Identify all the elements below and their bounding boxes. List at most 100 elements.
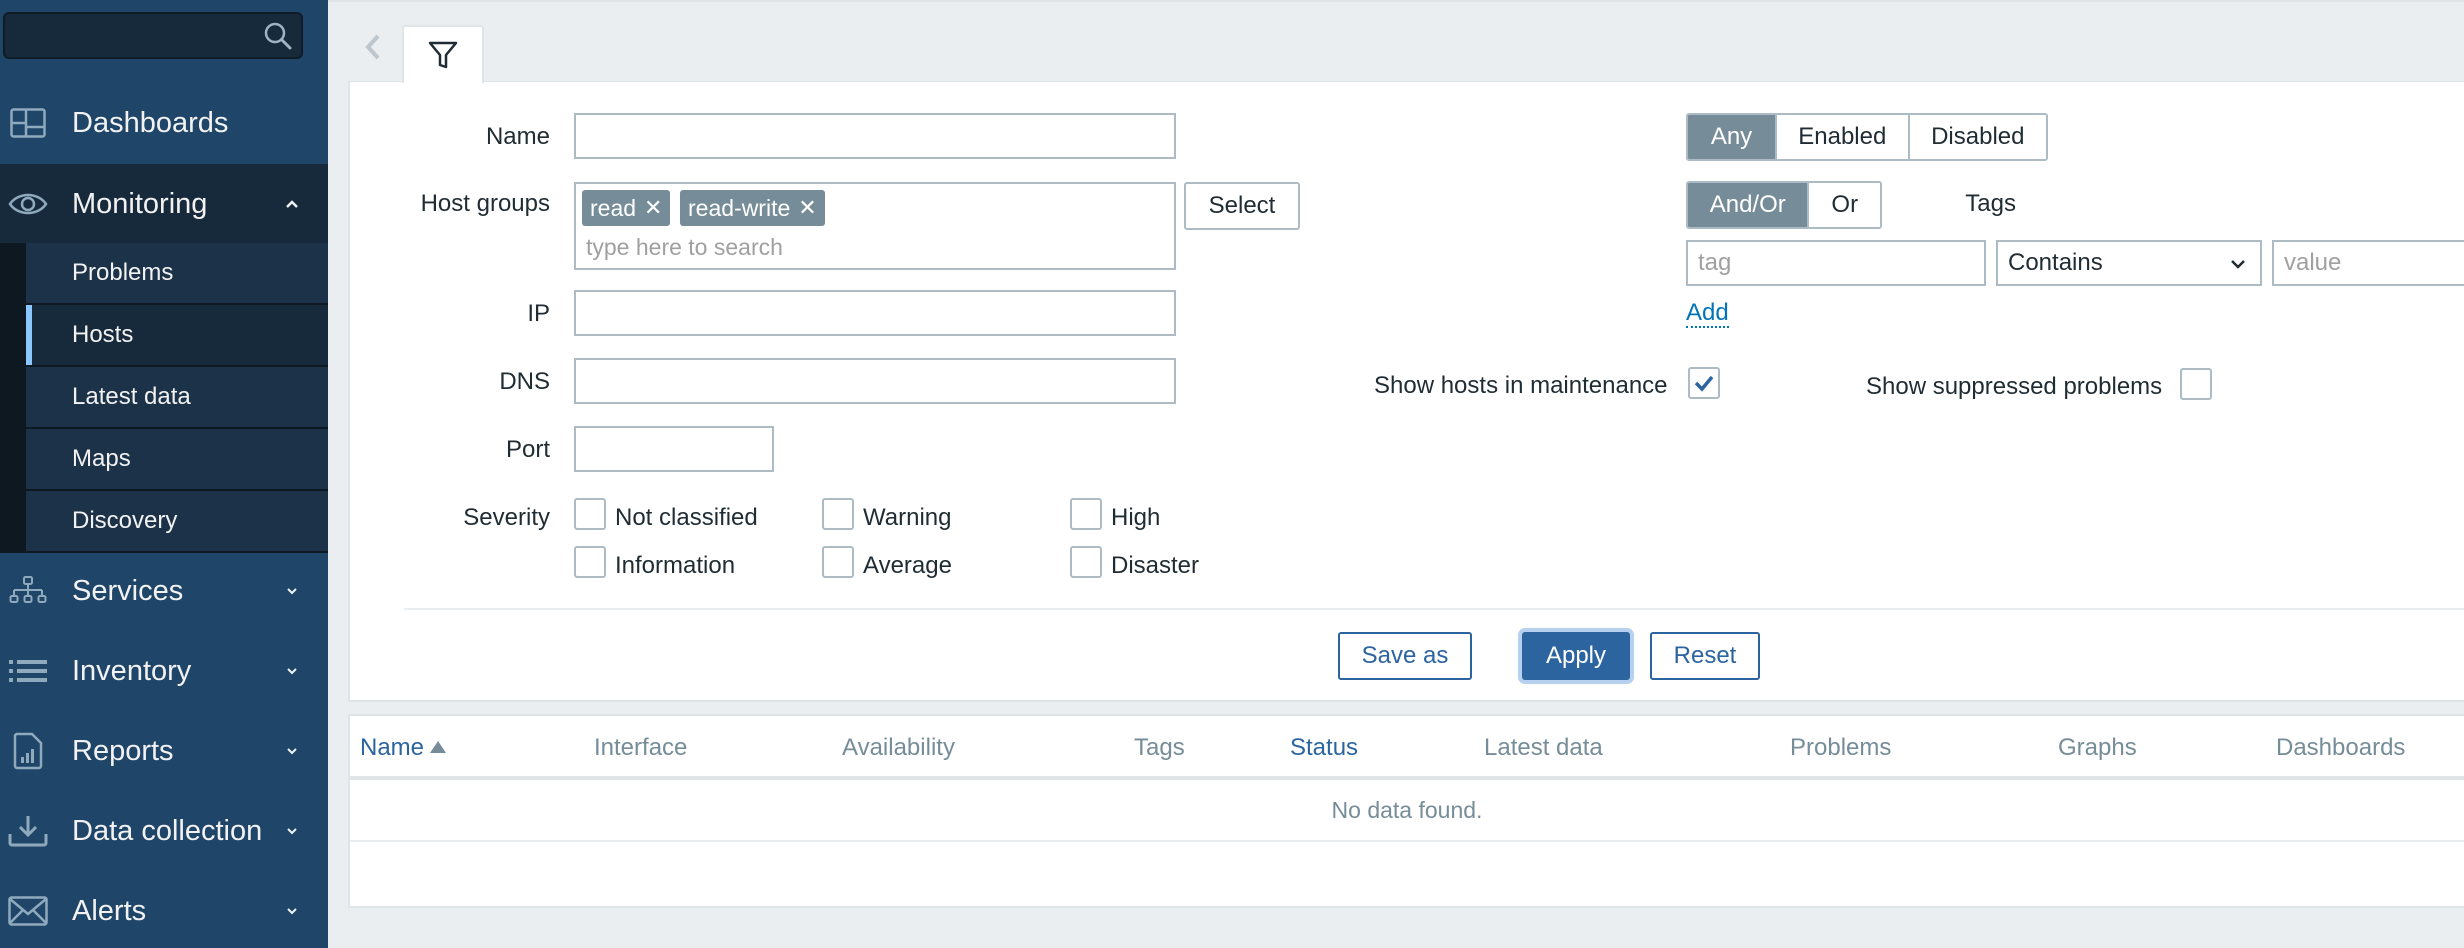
filter-panel: Name Host groups read ✕ read-write ✕ type … — [348, 82, 2464, 702]
sidebar-item-dashboards[interactable]: Dashboards — [0, 83, 328, 163]
severity-option-label: Disaster — [1111, 552, 1200, 579]
host-groups-multiselect[interactable]: read ✕ read-write ✕ type here to search — [574, 182, 1176, 270]
download-icon — [8, 811, 48, 851]
sidebar-subitem-problems[interactable]: Problems — [26, 243, 328, 303]
column-header-problems: Problems — [1790, 734, 1892, 761]
apply-button[interactable]: Apply — [1522, 632, 1630, 680]
sidebar-subitem-label: Hosts — [72, 321, 134, 348]
column-header-dashboards: Dashboards — [2276, 734, 2406, 761]
port-input[interactable] — [574, 426, 774, 472]
show-suppressed-label: Show suppressed problems — [1866, 373, 2163, 400]
show-maintenance-checkbox[interactable] — [1688, 367, 1720, 399]
services-icon — [8, 571, 48, 611]
name-label: Name — [485, 123, 550, 150]
dns-input[interactable] — [574, 358, 1176, 404]
monitoring-submenu: Problems Hosts Latest data Maps Discover… — [0, 243, 328, 553]
tag-value-input[interactable] — [2272, 240, 2464, 286]
sidebar-item-monitoring[interactable]: Monitoring — [0, 164, 328, 244]
chevron-down-icon — [287, 828, 297, 835]
host-groups-label: Host groups — [420, 190, 550, 217]
column-label: Name — [360, 734, 425, 761]
tag-operator-value: Contains — [2008, 249, 2103, 276]
report-icon — [8, 731, 48, 771]
tags-and-or-button[interactable]: And/Or — [1688, 183, 1808, 227]
severity-disaster-checkbox[interactable] — [1070, 546, 1102, 578]
table-row: No data found. — [350, 780, 2464, 842]
severity-option-label: High — [1111, 504, 1161, 531]
eye-icon — [8, 184, 48, 224]
ip-input[interactable] — [574, 290, 1176, 336]
add-tag-link[interactable]: Add — [1686, 300, 1729, 328]
sidebar-item-inventory[interactable]: Inventory — [0, 631, 328, 711]
column-header-status[interactable]: Status — [1290, 734, 1358, 762]
status-enabled-button[interactable]: Enabled — [1775, 115, 1908, 159]
show-suppressed-checkbox[interactable] — [2180, 368, 2212, 400]
sidebar-subitem-label: Latest data — [72, 383, 191, 410]
column-header-interface: Interface — [594, 734, 688, 761]
sidebar-search-input[interactable] — [3, 12, 303, 59]
name-input[interactable] — [574, 113, 1176, 159]
sidebar-item-data-collection[interactable]: Data collection — [0, 791, 328, 871]
sidebar-item-label: Dashboards — [72, 106, 229, 139]
host-group-chip: read-write ✕ — [680, 190, 825, 226]
severity-high-checkbox[interactable] — [1070, 498, 1102, 530]
dashboards-icon — [8, 103, 48, 143]
chevron-left-icon[interactable] — [362, 32, 384, 62]
search-icon[interactable] — [263, 21, 293, 51]
no-data-message: No data found. — [1331, 797, 1483, 823]
chevron-down-icon — [287, 668, 297, 675]
sidebar-subitem-latest-data[interactable]: Latest data — [26, 367, 328, 427]
column-header-tags: Tags — [1134, 734, 1185, 761]
ip-label: IP — [527, 300, 550, 327]
chevron-down-icon — [287, 588, 297, 595]
column-header-availability: Availability — [842, 734, 955, 761]
chip-label: read — [590, 194, 637, 221]
severity-information-checkbox[interactable] — [574, 546, 606, 578]
remove-chip-icon[interactable]: ✕ — [798, 195, 816, 221]
severity-option-label: Not classified — [615, 504, 758, 531]
chevron-up-icon — [286, 200, 298, 208]
sidebar-item-label: Monitoring — [72, 187, 208, 220]
sidebar-subitem-maps[interactable]: Maps — [26, 429, 328, 489]
sidebar-subitem-label: Problems — [72, 259, 174, 286]
sidebar-subitem-label: Maps — [72, 445, 131, 472]
sidebar-item-alerts[interactable]: Alerts — [0, 871, 328, 948]
sidebar-item-reports[interactable]: Reports — [0, 711, 328, 791]
remove-chip-icon[interactable]: ✕ — [644, 195, 662, 221]
sidebar-item-label: Services — [72, 574, 184, 607]
host-groups-search-placeholder[interactable]: type here to search — [586, 234, 783, 261]
column-header-latest-data: Latest data — [1484, 734, 1603, 761]
status-disabled-button[interactable]: Disabled — [1907, 115, 2046, 159]
filter-icon — [428, 41, 458, 69]
hosts-table: Name Interface Availability Tags Status … — [348, 714, 2464, 908]
status-any-button[interactable]: Any — [1688, 115, 1776, 159]
column-header-name[interactable]: Name — [360, 734, 447, 762]
sidebar-subitem-hosts[interactable]: Hosts — [26, 305, 328, 365]
top-border — [328, 0, 2464, 2]
severity-option-label: Average — [863, 552, 952, 579]
dns-label: DNS — [499, 368, 550, 395]
tag-operator-select[interactable]: Contains — [1996, 240, 2262, 286]
list-icon — [8, 651, 48, 691]
severity-warning-checkbox[interactable] — [822, 498, 854, 530]
sidebar-subitem-discovery[interactable]: Discovery — [26, 491, 328, 551]
show-maintenance-label: Show hosts in maintenance — [1374, 372, 1668, 399]
tag-name-input[interactable] — [1686, 240, 1986, 286]
severity-option-label: Warning — [863, 504, 952, 531]
column-header-graphs: Graphs — [2058, 734, 2137, 761]
severity-not-classified-checkbox[interactable] — [574, 498, 606, 530]
sidebar: Dashboards Monitoring Problems Hosts Lat… — [0, 0, 328, 948]
host-groups-select-button[interactable]: Select — [1184, 182, 1300, 230]
save-as-button[interactable]: Save as — [1338, 632, 1472, 680]
chevron-down-icon — [287, 748, 297, 755]
tab-filter[interactable] — [402, 25, 484, 83]
sidebar-item-label: Alerts — [72, 894, 147, 927]
severity-average-checkbox[interactable] — [822, 546, 854, 578]
reset-button[interactable]: Reset — [1650, 632, 1760, 680]
sort-ascending-icon — [430, 740, 447, 753]
tags-or-button[interactable]: Or — [1807, 183, 1880, 227]
sidebar-item-services[interactable]: Services — [0, 551, 328, 631]
sidebar-item-label: Inventory — [72, 654, 192, 687]
chevron-down-icon — [2231, 260, 2245, 269]
host-group-chip: read ✕ — [582, 190, 671, 226]
